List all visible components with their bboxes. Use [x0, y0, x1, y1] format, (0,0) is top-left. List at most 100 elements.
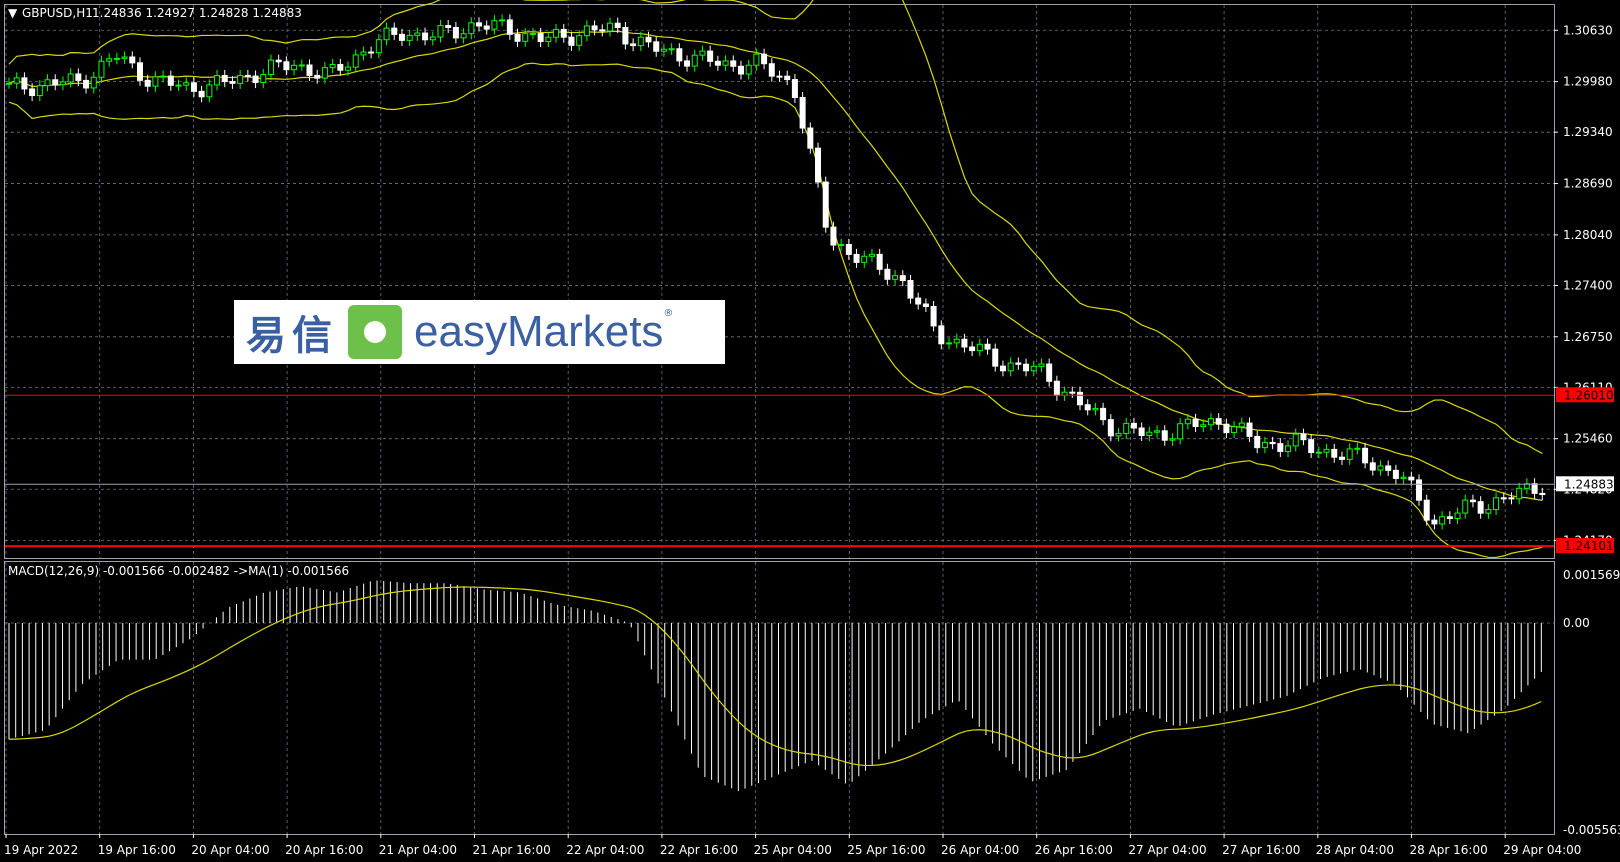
candle-body — [314, 74, 321, 79]
candle-body — [1084, 404, 1091, 411]
candle-body — [136, 62, 143, 81]
candle-body — [90, 76, 97, 89]
time-tick-label: 21 Apr 04:00 — [379, 843, 457, 857]
candle-body — [868, 253, 875, 257]
ohlc-values: 1.24836 1.24927 1.24828 1.24883 — [92, 6, 302, 20]
candle-body — [722, 60, 729, 66]
candle-body — [306, 64, 313, 76]
price-tick-label: 1.29980 — [1563, 75, 1613, 89]
candle-body — [106, 58, 113, 62]
candle-body — [1292, 433, 1299, 447]
candle-body — [452, 26, 459, 39]
candle-body — [1115, 432, 1122, 437]
candle-body — [1308, 439, 1315, 454]
candle-body — [422, 32, 429, 41]
candle-body — [660, 48, 667, 52]
time-tick-label: 27 Apr 16:00 — [1222, 843, 1300, 857]
candle-body — [976, 343, 983, 352]
candle-body — [1369, 462, 1376, 471]
dropdown-triangle-icon[interactable]: ▼ — [8, 6, 18, 20]
candle-body — [59, 81, 66, 86]
candle-body — [98, 60, 105, 78]
current-price-tag: 1.24883 — [1564, 477, 1614, 491]
candle-body — [406, 34, 413, 41]
candle-body — [884, 268, 891, 280]
candle-body — [599, 29, 606, 32]
candle-body — [1046, 363, 1053, 382]
price-tick-label: 1.25460 — [1563, 432, 1613, 446]
candle-body — [1200, 424, 1207, 428]
candle-body — [1069, 391, 1076, 394]
candle-body — [21, 77, 28, 90]
easymarkets-logo: 易信 easyMarkets ® — [234, 300, 725, 364]
candle-body — [1177, 423, 1184, 440]
candle-body — [714, 60, 721, 66]
candle-body — [206, 84, 213, 98]
candle-body — [1107, 419, 1114, 437]
candle-body — [445, 25, 452, 28]
candle-body — [822, 181, 829, 228]
candle-body — [414, 32, 421, 36]
candle-body — [129, 56, 136, 64]
price-tick-label: 1.27400 — [1563, 278, 1613, 292]
candle-body — [776, 75, 783, 78]
candle-body — [730, 60, 737, 67]
candle-body — [483, 25, 490, 30]
candle-body — [160, 75, 167, 78]
macd-tick-label: 0.001569 — [1563, 568, 1620, 582]
candle-body — [1030, 365, 1037, 372]
candle-body — [1007, 362, 1014, 372]
candle-body — [67, 73, 74, 83]
candle-body — [1408, 476, 1415, 481]
candle-body — [1161, 430, 1168, 441]
logo-mark-icon — [348, 305, 402, 359]
candle-body — [630, 43, 637, 47]
candle-body — [1154, 430, 1161, 433]
candle-body — [799, 96, 806, 129]
candle-body — [36, 85, 43, 97]
price-levels — [5, 394, 1554, 548]
candle-body — [167, 75, 174, 86]
candle-body — [969, 346, 976, 352]
candle-body — [83, 79, 90, 89]
candle-body — [553, 28, 560, 38]
candle-body — [1346, 448, 1353, 460]
candle-body — [645, 36, 652, 43]
candle-body — [1015, 362, 1022, 365]
candle-body — [838, 243, 845, 246]
candle-body — [1076, 391, 1083, 406]
candle-body — [1377, 465, 1384, 471]
candle-body — [984, 343, 991, 350]
candle-body — [468, 22, 475, 35]
price-panel-border — [4, 4, 1555, 559]
time-tick-label: 19 Apr 16:00 — [98, 843, 176, 857]
candle-body — [930, 305, 937, 327]
candle-body — [1315, 451, 1322, 454]
price-tick-label: 1.29340 — [1563, 125, 1613, 139]
candle-body — [753, 53, 760, 66]
candlesticks — [6, 14, 1546, 530]
candle-body — [13, 77, 20, 84]
candle-body — [1277, 443, 1284, 453]
candle-body — [1023, 363, 1030, 372]
macd-signal-line — [8, 586, 1542, 767]
candle-body — [52, 79, 59, 86]
candle-body — [622, 27, 629, 45]
red-top-tag: 1.26010 — [1564, 388, 1614, 402]
candle-body — [1516, 487, 1523, 500]
candle-body — [961, 338, 968, 348]
candle-body — [1385, 465, 1392, 471]
candle-body — [429, 36, 436, 41]
logo-registered: ® — [663, 308, 674, 319]
candle-body — [861, 255, 868, 263]
trading-chart[interactable]: 1.30630 1.29980 1.29340 1.28690 1.28040 1.274… — [0, 0, 1620, 862]
macd-panel-border — [4, 561, 1555, 835]
candle-body — [653, 41, 660, 52]
candle-body — [1439, 516, 1446, 525]
candle-body — [1539, 492, 1546, 496]
candle-body — [545, 36, 552, 42]
candle-body — [637, 36, 644, 47]
time-tick-label: 25 Apr 16:00 — [847, 843, 925, 857]
candle-body — [1238, 422, 1245, 428]
time-tick-label: 29 Apr 04:00 — [1503, 843, 1581, 857]
